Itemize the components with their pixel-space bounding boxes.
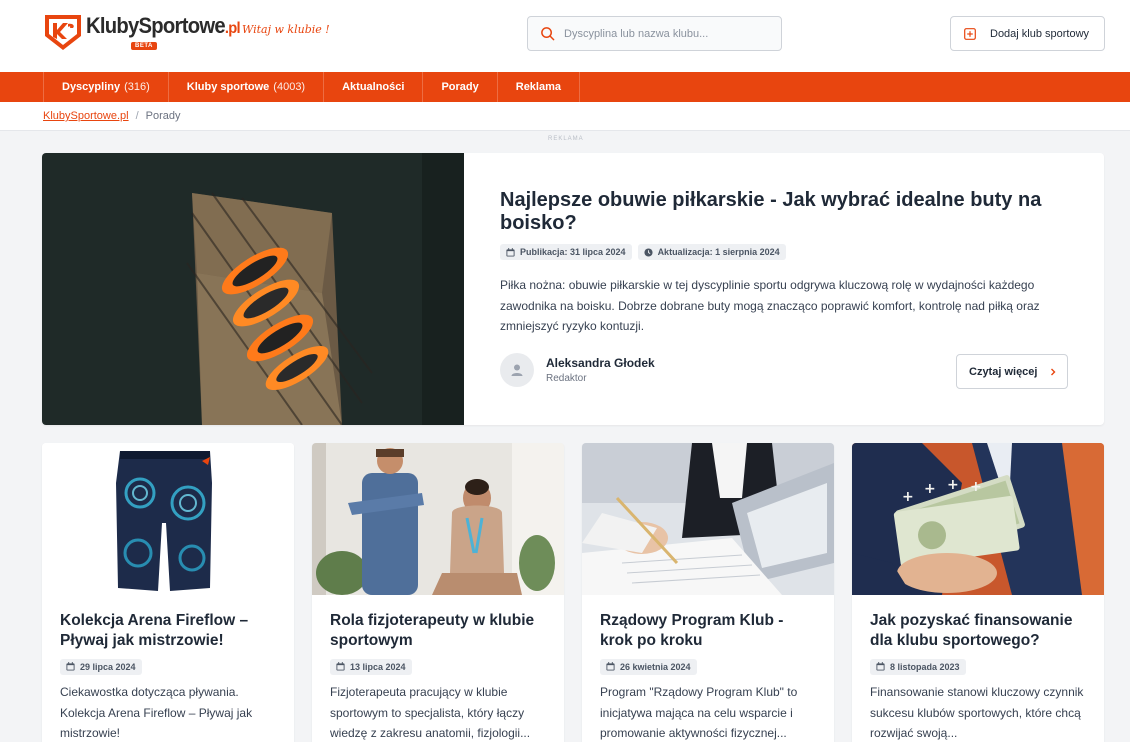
card-date: 29 lipca 2024 — [60, 658, 142, 676]
avatar — [500, 353, 534, 387]
featured-description: Piłka nożna: obuwie piłkarskie w tej dys… — [500, 278, 1040, 333]
card-date: 13 lipca 2024 — [330, 658, 412, 676]
card-title[interactable]: Rządowy Program Klub - krok po kroku — [600, 611, 820, 650]
featured-article[interactable]: Najlepsze obuwie piłkarskie - Jak wybrać… — [42, 153, 1104, 425]
beta-badge: BETA — [131, 42, 157, 50]
author-block: Aleksandra Głodek Redaktor — [500, 353, 655, 387]
featured-image-football-boots[interactable] — [42, 153, 464, 425]
logo-text: KlubySportowe.pl — [86, 13, 241, 38]
plus-square-icon — [964, 27, 976, 40]
breadcrumb-separator: / — [135, 110, 139, 122]
featured-meta: Publikacja: 31 lipca 2024 Aktualizacja: … — [500, 244, 786, 260]
author-role: Redaktor — [546, 373, 587, 384]
svg-text:+: + — [947, 477, 959, 493]
author-name: Aleksandra Głodek — [546, 356, 655, 370]
breadcrumb-bar: KlubySportowe.pl / Porady — [0, 102, 1130, 131]
read-more-button[interactable]: Czytaj więcej — [956, 354, 1068, 389]
tagline: Witaj w klubie ! — [242, 23, 330, 36]
main-nav: Dyscypliny (316) Kluby sportowe (4003) Akt… — [0, 72, 1130, 102]
updated-tag: Aktualizacja: 1 sierpnia 2024 — [637, 244, 786, 260]
article-card[interactable]: Kolekcja Arena Fireflow – Pływaj jak mis… — [42, 443, 294, 742]
article-card[interactable]: Rządowy Program Klub - krok po kroku 26 … — [582, 443, 834, 742]
calendar-icon — [336, 662, 345, 671]
nav-item-dyscypliny[interactable]: Dyscypliny (316) — [43, 72, 168, 102]
card-description: Ciekawostka dotycząca pływania. Kolekcja… — [60, 685, 253, 740]
nav-item-reklama[interactable]: Reklama — [496, 72, 581, 102]
site-logo[interactable]: KlubySportowe.pl BETA — [43, 12, 253, 52]
add-club-label: Dodaj klub sportowy — [990, 27, 1090, 40]
site-header: KlubySportowe.pl BETA Witaj w klubie ! D… — [0, 0, 1130, 72]
calendar-icon — [506, 247, 515, 257]
svg-text:+: + — [924, 481, 936, 497]
card-image-writing-document[interactable] — [582, 443, 834, 595]
search-input[interactable] — [564, 27, 764, 40]
date-tag: 8 listopada 2023 — [870, 658, 966, 675]
clock-icon — [644, 247, 653, 257]
card-image-money-banknotes[interactable]: 100 ++++ — [852, 443, 1104, 595]
card-date: 8 listopada 2023 — [870, 658, 966, 676]
date-tag: 29 lipca 2024 — [60, 658, 142, 675]
search-box[interactable] — [527, 16, 782, 51]
calendar-icon — [606, 662, 615, 671]
search-icon — [541, 27, 555, 41]
card-title[interactable]: Jak pozyskać finansowanie dla klubu spor… — [870, 611, 1090, 650]
card-description: Fizjoterapeuta pracujący w klubie sporto… — [330, 685, 531, 740]
card-date: 26 kwietnia 2024 — [600, 658, 697, 676]
published-tag: Publikacja: 31 lipca 2024 — [500, 244, 632, 260]
featured-title[interactable]: Najlepsze obuwie piłkarskie - Jak wybrać… — [500, 189, 1060, 235]
card-image-swim-shorts[interactable] — [42, 443, 294, 595]
calendar-icon — [66, 662, 75, 671]
nav-item-porady[interactable]: Porady — [422, 72, 496, 102]
breadcrumb-current: Porady — [145, 110, 181, 122]
calendar-icon — [876, 662, 885, 671]
card-image-physiotherapist[interactable] — [312, 443, 564, 595]
svg-text:+: + — [902, 489, 914, 505]
card-description: Finansowanie stanowi kluczowy czynnik su… — [870, 685, 1084, 740]
date-tag: 13 lipca 2024 — [330, 658, 412, 675]
article-card[interactable]: Rola fizjoterapeuty w klubie sportowym 1… — [312, 443, 564, 742]
svg-text:+: + — [970, 479, 982, 495]
breadcrumb: KlubySportowe.pl / Porady — [43, 110, 181, 122]
nav-item-aktualnosci[interactable]: Aktualności — [323, 72, 422, 102]
breadcrumb-home-link[interactable]: KlubySportowe.pl — [43, 110, 129, 122]
date-tag: 26 kwietnia 2024 — [600, 658, 697, 675]
article-card[interactable]: 100 ++++ Jak pozyskać finansowanie dla k… — [852, 443, 1104, 742]
card-title[interactable]: Rola fizjoterapeuty w klubie sportowym — [330, 611, 550, 650]
card-description: Program "Rządowy Program Klub" to inicja… — [600, 685, 798, 740]
user-icon — [511, 364, 523, 376]
chevron-right-icon — [1051, 368, 1056, 375]
ad-label: REKLAMA — [548, 136, 584, 142]
logo-mark-icon — [45, 15, 81, 50]
nav-item-kluby[interactable]: Kluby sportowe (4003) — [167, 72, 323, 102]
card-title[interactable]: Kolekcja Arena Fireflow – Pływaj jak mis… — [60, 611, 280, 650]
add-club-button[interactable]: Dodaj klub sportowy — [950, 16, 1105, 51]
